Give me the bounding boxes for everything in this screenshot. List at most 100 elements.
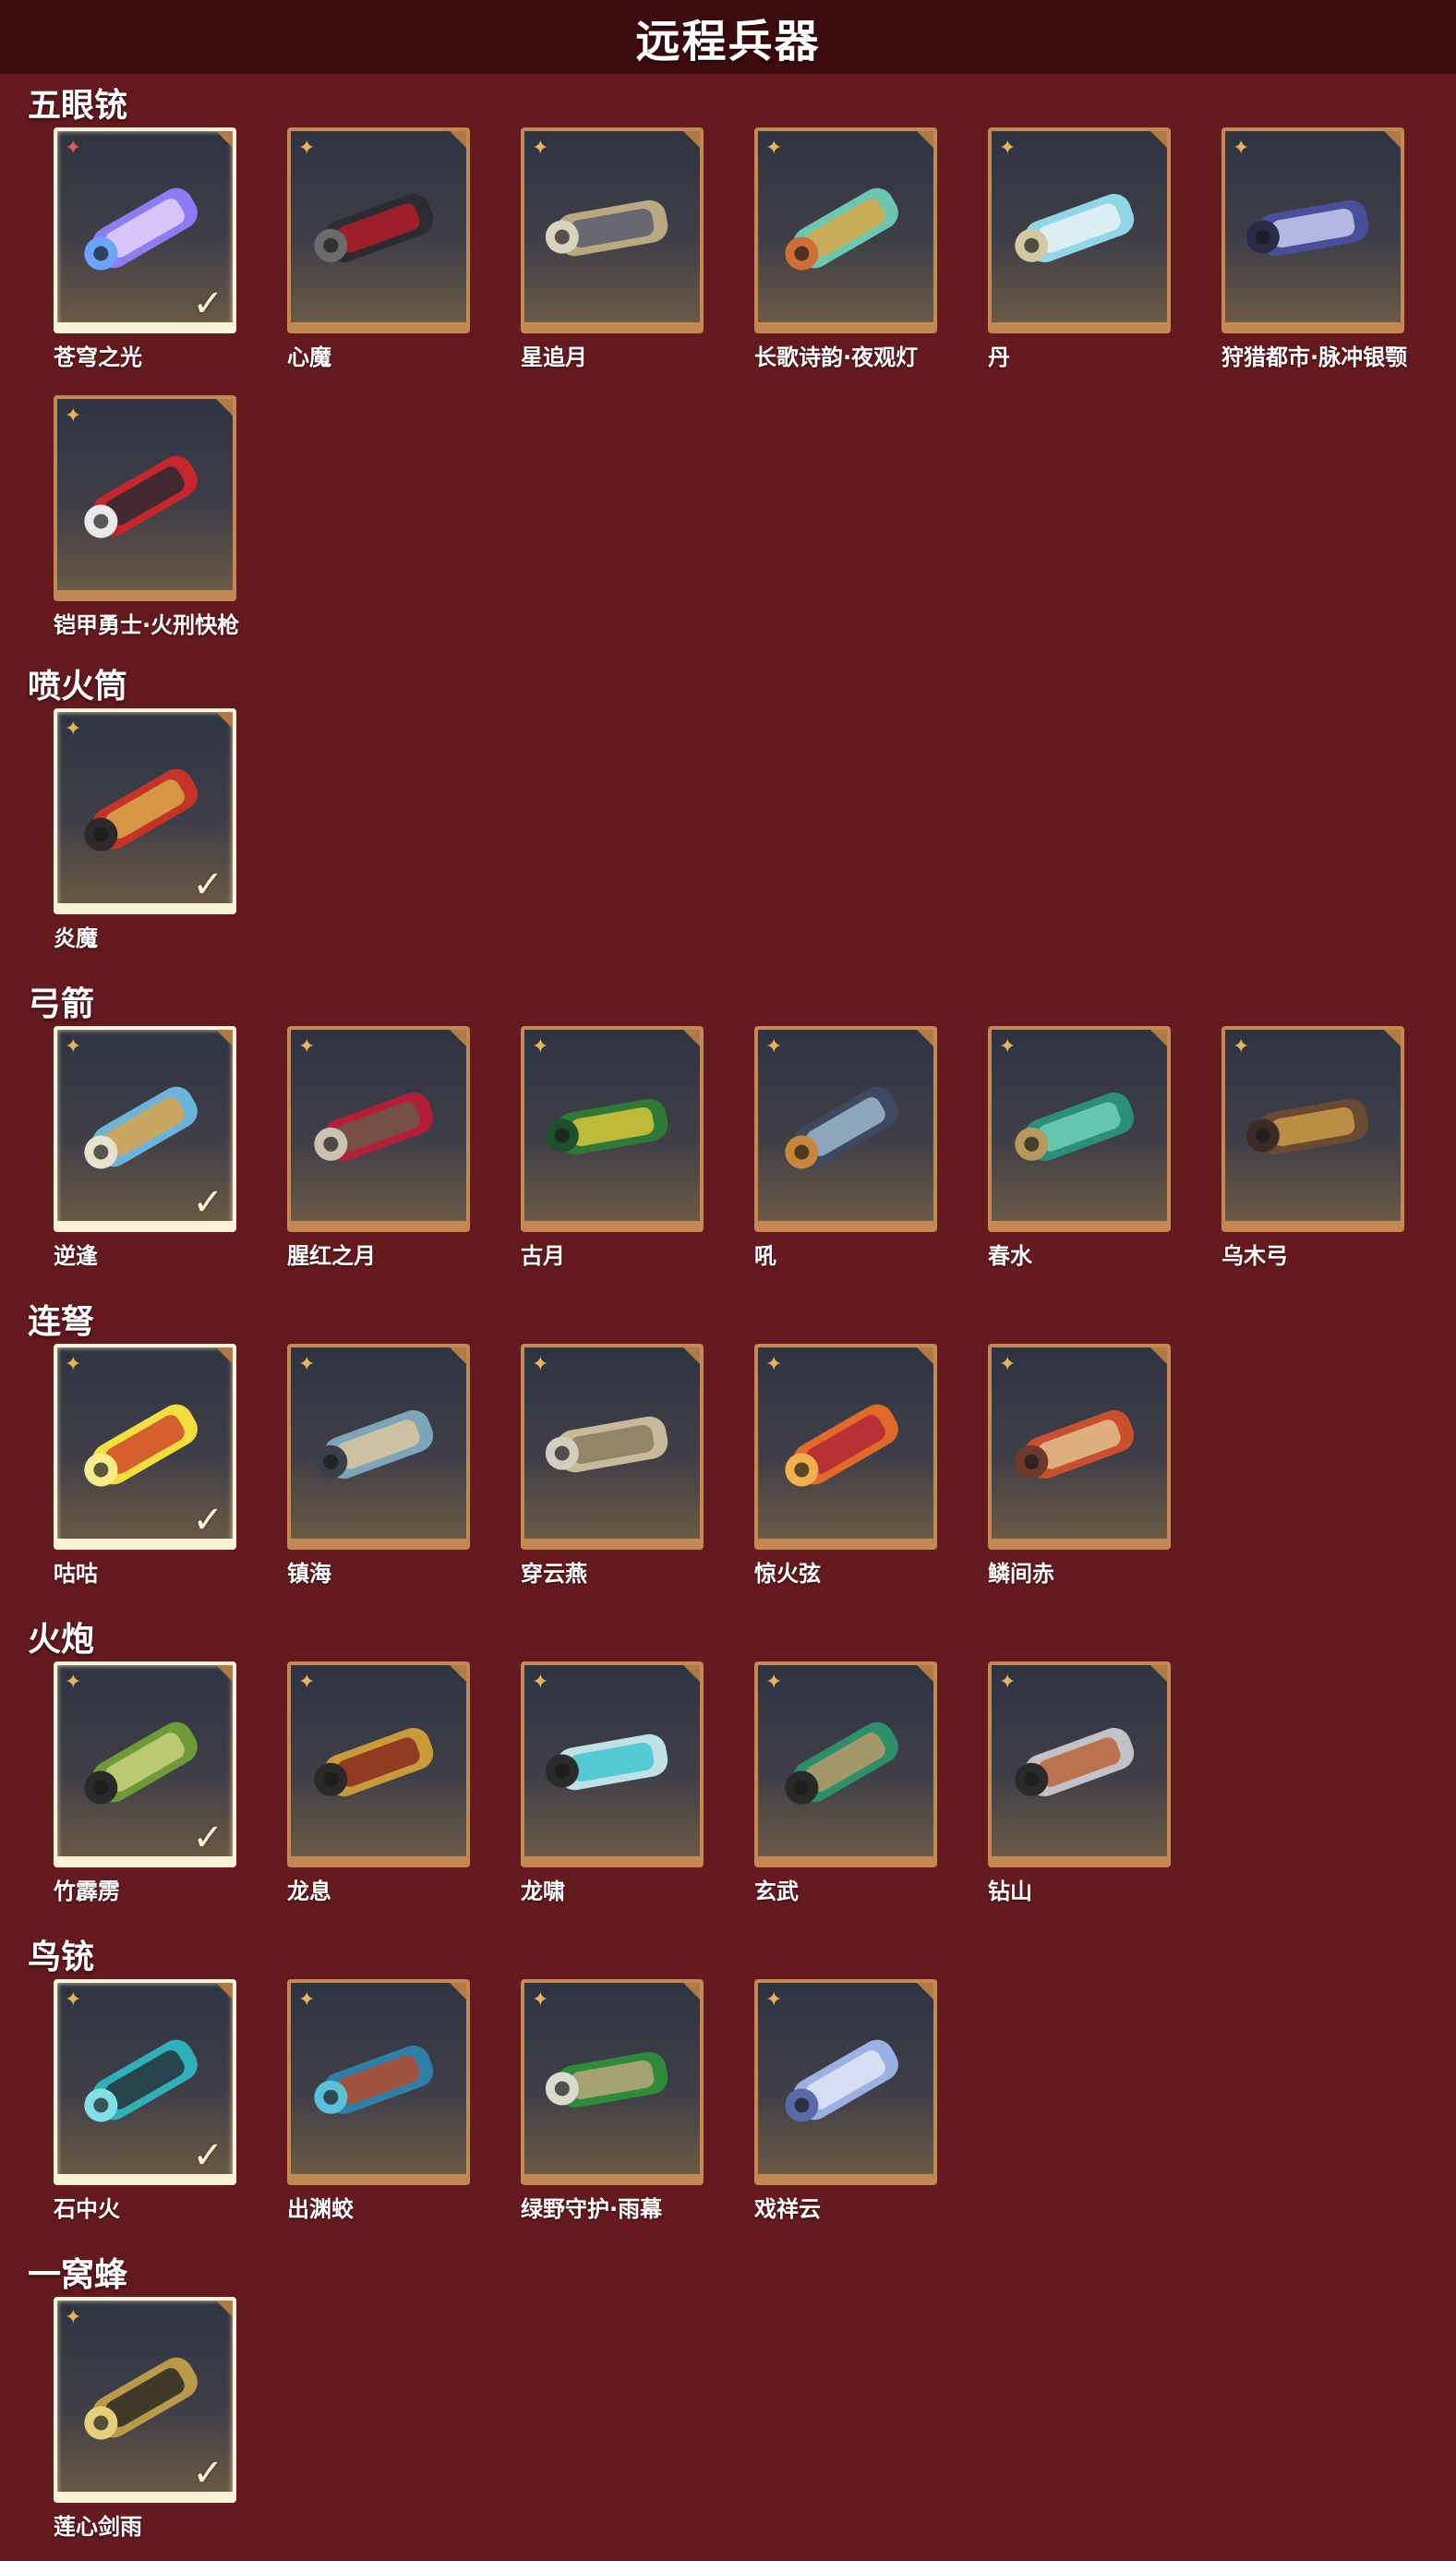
weapon-card[interactable]: ✦: [521, 1026, 704, 1232]
weapon-art: [314, 193, 434, 263]
weapon-card[interactable]: ✦: [754, 127, 937, 333]
rarity-star-icon: ✦: [65, 405, 82, 428]
weapon-item[interactable]: ✦ 惊火弦: [754, 1344, 994, 1588]
weapon-item[interactable]: ✦ 星追月: [521, 127, 761, 371]
weapon-card[interactable]: ✦: [754, 1344, 937, 1550]
weapon-item[interactable]: ✦ ✓ 石中火: [54, 1979, 294, 2223]
weapon-item[interactable]: ✦ 春水: [988, 1026, 1228, 1270]
weapon-card[interactable]: ✦ ✓: [54, 127, 236, 333]
rarity-star-icon: ✦: [999, 1353, 1017, 1376]
weapon-card[interactable]: ✦: [754, 1661, 937, 1867]
weapon-art: [545, 2051, 668, 2108]
rarity-star-icon: ✦: [65, 137, 82, 160]
weapon-name: 惊火弦: [754, 1561, 821, 1587]
weapon-item[interactable]: ✦ 乌木弓: [1221, 1026, 1456, 1270]
weapon-card[interactable]: ✦ ✓: [54, 2297, 236, 2503]
weapon-item[interactable]: ✦ 龙息: [287, 1661, 527, 1905]
weapon-item[interactable]: ✦ ✓ 苍穹之光: [54, 127, 294, 371]
weapon-card[interactable]: ✦: [754, 1026, 937, 1232]
rarity-star-icon: ✦: [532, 1988, 549, 2011]
weapon-item[interactable]: ✦ 绿野守护·雨幕: [521, 1979, 761, 2223]
weapon-name: 戏祥云: [754, 2196, 821, 2222]
weapon-card[interactable]: ✦ ✓: [54, 708, 236, 914]
weapon-item[interactable]: ✦ 长歌诗韵·夜观灯: [754, 127, 994, 371]
weapon-item[interactable]: ✦ ✓ 咕咕: [54, 1344, 294, 1588]
weapon-card[interactable]: ✦ ✓: [54, 1344, 236, 1550]
rarity-star-icon: ✦: [65, 1988, 82, 2011]
weapon-art: [545, 1416, 668, 1473]
weapon-card[interactable]: ✦: [287, 1979, 470, 2185]
rarity-star-icon: ✦: [532, 1035, 549, 1058]
section-title: 火炮: [28, 1621, 95, 1659]
weapon-art: [545, 1734, 668, 1791]
weapon-name: 狩猎都市·脉冲银颚: [1221, 344, 1408, 370]
weapon-name: 心魔: [287, 344, 331, 370]
weapon-card[interactable]: ✦: [1221, 1026, 1404, 1232]
weapon-item[interactable]: ✦ 心魔: [287, 127, 527, 371]
card-corner-decoration: [450, 1030, 466, 1046]
weapon-card[interactable]: ✦ ✓: [54, 1661, 236, 1867]
weapon-name: 长歌诗韵·夜观灯: [754, 344, 919, 370]
weapon-card[interactable]: ✦: [521, 127, 704, 333]
rarity-star-icon: ✦: [298, 1353, 316, 1376]
weapon-item[interactable]: ✦ 戏祥云: [754, 1979, 994, 2223]
weapon-card[interactable]: ✦: [754, 1979, 937, 2185]
weapon-card[interactable]: ✦: [988, 127, 1171, 333]
weapon-card[interactable]: ✦: [54, 395, 236, 601]
weapon-item[interactable]: ✦ 出渊蛟: [287, 1979, 527, 2223]
weapon-name: 莲心剑雨: [54, 2514, 142, 2540]
card-corner-decoration: [917, 1030, 933, 1046]
weapon-item[interactable]: ✦ 腥红之月: [287, 1026, 527, 1270]
weapon-card[interactable]: ✦: [988, 1026, 1171, 1232]
rarity-star-icon: ✦: [765, 1988, 783, 2011]
weapon-item[interactable]: ✦ 穿云燕: [521, 1344, 761, 1588]
weapon-item[interactable]: ✦ ✓ 竹霹雳: [54, 1661, 294, 1905]
rarity-star-icon: ✦: [298, 137, 316, 160]
card-base-strip: [758, 1539, 933, 1546]
weapon-art: [1015, 193, 1135, 263]
weapon-card[interactable]: ✦: [287, 1026, 470, 1232]
weapon-item[interactable]: ✦ ✓ 炎魔: [54, 708, 294, 952]
check-icon: ✓: [192, 283, 223, 325]
weapon-item[interactable]: ✦ 吼: [754, 1026, 994, 1270]
weapon-item[interactable]: ✦ 铠甲勇士·火刑快枪: [54, 395, 294, 639]
weapon-card[interactable]: ✦: [521, 1979, 704, 2185]
weapon-item[interactable]: ✦ 狩猎都市·脉冲银颚: [1221, 127, 1456, 371]
check-icon: ✓: [192, 1499, 223, 1541]
weapon-card[interactable]: ✦: [287, 1344, 470, 1550]
card-base-strip: [524, 1856, 700, 1864]
card-corner-decoration: [917, 131, 933, 148]
weapon-card[interactable]: ✦ ✓: [54, 1979, 236, 2185]
weapon-item[interactable]: ✦ 钻山: [988, 1661, 1228, 1905]
rarity-star-icon: ✦: [65, 2306, 82, 2329]
weapon-art: [314, 2045, 434, 2115]
section-title: 五眼铳: [28, 87, 128, 125]
section-title: 一窝蜂: [28, 2256, 128, 2294]
check-icon: ✓: [192, 864, 223, 906]
card-corner-decoration: [1384, 1030, 1401, 1046]
weapon-item[interactable]: ✦ 玄武: [754, 1661, 994, 1905]
weapon-card[interactable]: ✦ ✓: [54, 1026, 236, 1232]
card-base-strip: [524, 1539, 700, 1546]
weapon-card[interactable]: ✦: [988, 1661, 1171, 1867]
card-base-strip: [992, 1856, 1167, 1864]
weapon-art: [785, 1086, 898, 1169]
weapon-item[interactable]: ✦ ✓ 逆逢: [54, 1026, 294, 1270]
card-corner-decoration: [450, 1347, 466, 1364]
weapon-item[interactable]: ✦ 龙啸: [521, 1661, 761, 1905]
weapon-item[interactable]: ✦ ✓ 莲心剑雨: [54, 2297, 294, 2541]
rarity-star-icon: ✦: [765, 137, 783, 160]
weapon-item[interactable]: ✦ 鳞间赤: [988, 1344, 1228, 1588]
check-icon: ✓: [192, 2134, 223, 2177]
card-corner-decoration: [1150, 1347, 1167, 1364]
weapon-card[interactable]: ✦: [988, 1344, 1171, 1550]
weapon-item[interactable]: ✦ 镇海: [287, 1344, 527, 1588]
weapon-card[interactable]: ✦: [287, 127, 470, 333]
weapon-card[interactable]: ✦: [1221, 127, 1404, 333]
weapon-card[interactable]: ✦: [521, 1344, 704, 1550]
weapon-art: [1245, 199, 1369, 257]
weapon-item[interactable]: ✦ 古月: [521, 1026, 761, 1270]
weapon-card[interactable]: ✦: [521, 1661, 704, 1867]
weapon-item[interactable]: ✦ 丹: [988, 127, 1228, 371]
weapon-card[interactable]: ✦: [287, 1661, 470, 1867]
